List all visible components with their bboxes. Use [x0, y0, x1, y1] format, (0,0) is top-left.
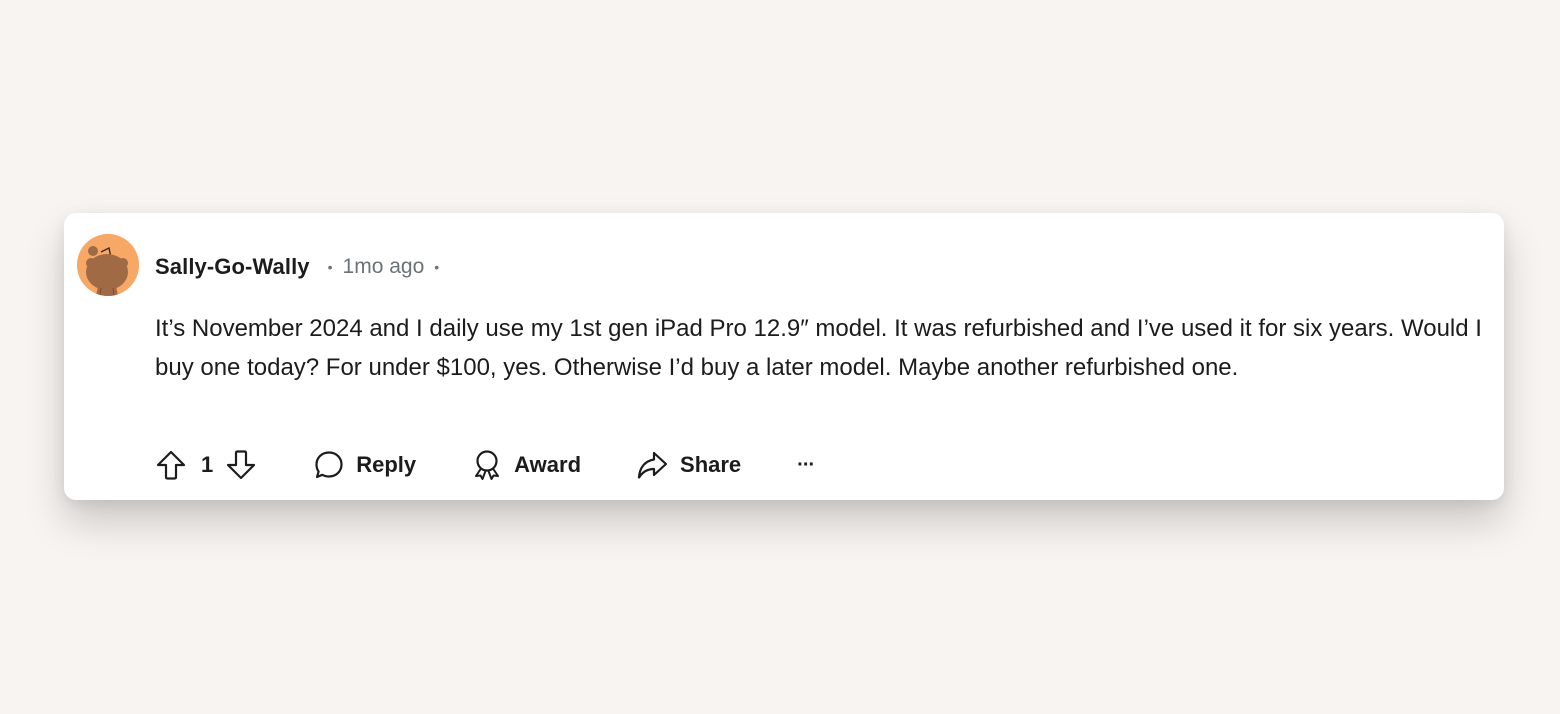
award-button[interactable]: Award — [472, 449, 581, 481]
comment-actions: 1 Reply Award Share ··· — [155, 447, 815, 483]
award-label: Award — [514, 452, 582, 477]
award-ribbon-icon — [475, 450, 500, 480]
more-options-button[interactable]: ··· — [797, 453, 815, 477]
reply-label: Reply — [356, 452, 417, 477]
comment-timestamp[interactable]: 1mo ago — [343, 255, 425, 279]
meta-separator: • — [327, 259, 333, 275]
arrow-up-outline-icon — [156, 450, 186, 480]
comment-body: It’s November 2024 and I daily use my 1s… — [155, 315, 1482, 381]
downvote-button[interactable] — [225, 449, 257, 481]
snoo-avatar-icon — [77, 234, 139, 296]
meta-separator: • — [434, 259, 440, 275]
comment-author[interactable]: Sally-Go-Wally — [155, 254, 310, 280]
ellipsis-icon: ··· — [797, 453, 815, 476]
user-avatar[interactable] — [77, 234, 139, 296]
vote-score: 1 — [201, 452, 214, 477]
speech-bubble-icon — [315, 451, 343, 479]
comment-header: Sally-Go-Wally • 1mo ago • — [155, 251, 439, 283]
comment-card: Sally-Go-Wally • 1mo ago • It’s November… — [64, 213, 1504, 500]
arrow-down-outline-icon — [227, 450, 256, 480]
reply-button[interactable]: Reply — [314, 450, 416, 480]
upvote-button[interactable] — [155, 449, 187, 481]
share-label: Share — [680, 452, 742, 477]
share-button[interactable]: Share — [636, 450, 741, 480]
share-arrow-icon — [637, 451, 668, 479]
